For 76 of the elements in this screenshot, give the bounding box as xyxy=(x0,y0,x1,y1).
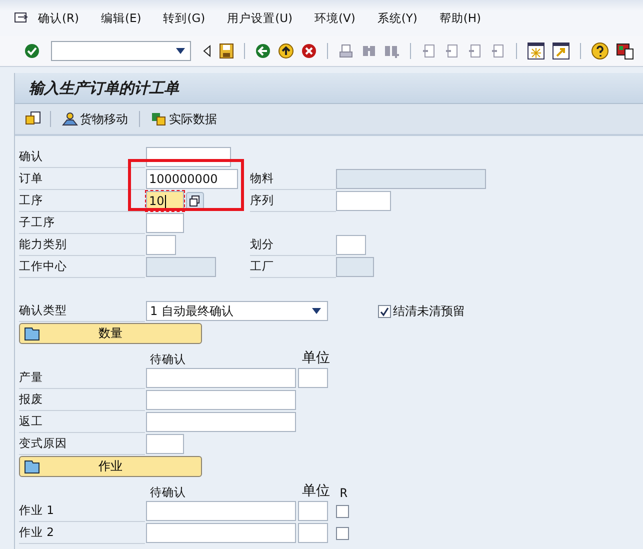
dropdown-icon[interactable] xyxy=(312,308,321,314)
field-label: 确认类型 xyxy=(19,300,145,322)
screen-title: 输入生产订单的计工单 xyxy=(29,78,179,98)
input-field[interactable] xyxy=(146,412,296,432)
field-label: 确认 xyxy=(19,146,145,168)
menu-item[interactable]: 用户设置(U) xyxy=(227,10,292,26)
input-field[interactable] xyxy=(146,213,184,233)
field-label: 返工 xyxy=(19,411,145,433)
input-field[interactable] xyxy=(146,523,296,543)
input-field[interactable] xyxy=(146,368,296,388)
page-icon[interactable] xyxy=(421,43,437,59)
field-label: 工作中心 xyxy=(19,256,145,278)
page-icon[interactable] xyxy=(444,43,460,59)
menu-item[interactable]: 帮助(H) xyxy=(439,10,481,26)
monitor-icon[interactable] xyxy=(616,42,634,60)
input-field[interactable] xyxy=(298,368,328,388)
folder-icon xyxy=(24,460,40,474)
input-field[interactable] xyxy=(146,235,176,255)
document-icon[interactable] xyxy=(25,111,41,127)
copy-icon[interactable] xyxy=(186,192,204,210)
section-button[interactable]: 数量 xyxy=(19,323,202,344)
find-next-icon[interactable] xyxy=(384,43,400,59)
dropdown[interactable]: 1 自动最终确认 xyxy=(146,301,328,321)
input-field[interactable] xyxy=(146,390,296,410)
squares-icon xyxy=(151,112,167,126)
field-label: 报废 xyxy=(19,389,145,411)
field-label: 变式原因 xyxy=(19,433,145,455)
checkbox[interactable]: 结清未清预留 xyxy=(378,302,465,320)
person-icon xyxy=(62,112,78,126)
column-header: 单位 xyxy=(302,349,331,367)
shortcut-icon[interactable] xyxy=(552,42,570,60)
column-header: 待确认 xyxy=(150,352,187,367)
cancel-icon[interactable] xyxy=(301,43,317,59)
page-icon[interactable] xyxy=(467,43,483,59)
exit-icon[interactable] xyxy=(278,43,294,59)
section-button[interactable]: 作业 xyxy=(19,456,202,477)
input-field[interactable] xyxy=(336,235,366,255)
save-icon[interactable] xyxy=(219,43,234,59)
print-icon[interactable] xyxy=(338,43,354,59)
command-field[interactable] xyxy=(51,41,191,61)
field-label: 能力类别 xyxy=(19,234,145,256)
menu-item[interactable]: 转到(G) xyxy=(163,10,206,26)
input-field[interactable]: 100000000 xyxy=(146,169,238,189)
input-field[interactable] xyxy=(336,191,391,211)
menu-item[interactable]: 编辑(E) xyxy=(100,10,142,26)
menu-item[interactable]: 系统(Y) xyxy=(377,10,418,26)
checkbox[interactable] xyxy=(336,504,349,518)
menu-item[interactable]: 确认(R) xyxy=(38,10,79,26)
field-label: 工序 xyxy=(19,190,145,212)
folder-icon xyxy=(24,326,40,340)
column-header: 待确认 xyxy=(150,485,187,500)
field-label: 作业 1 xyxy=(19,500,145,522)
toolbar-button[interactable]: 货物移动 xyxy=(60,110,130,128)
menu-icon[interactable] xyxy=(14,11,30,25)
find-icon[interactable] xyxy=(361,43,377,59)
field-label: 子工序 xyxy=(19,212,145,234)
field-label: 作业 2 xyxy=(19,522,145,544)
input-field[interactable] xyxy=(298,501,328,521)
menu-item[interactable]: 环境(V) xyxy=(314,10,356,26)
page-icon[interactable] xyxy=(490,43,506,59)
column-header: R xyxy=(340,486,348,500)
input-field[interactable] xyxy=(298,523,328,543)
field-label: 产量 xyxy=(19,367,145,389)
back-icon[interactable] xyxy=(255,43,271,59)
toolbar-button[interactable]: 实际数据 xyxy=(149,110,219,128)
back-arrow-icon[interactable] xyxy=(202,44,212,58)
help-icon[interactable] xyxy=(591,42,609,60)
field-label: 订单 xyxy=(19,168,145,190)
input-field[interactable] xyxy=(146,501,296,521)
enter-icon[interactable] xyxy=(24,43,40,59)
check-icon xyxy=(379,306,390,316)
dropdown-icon[interactable] xyxy=(176,48,185,54)
layout-icon[interactable] xyxy=(527,42,545,60)
input-field[interactable] xyxy=(146,434,184,454)
column-header: 单位 xyxy=(302,482,331,500)
checkbox[interactable] xyxy=(336,526,349,540)
